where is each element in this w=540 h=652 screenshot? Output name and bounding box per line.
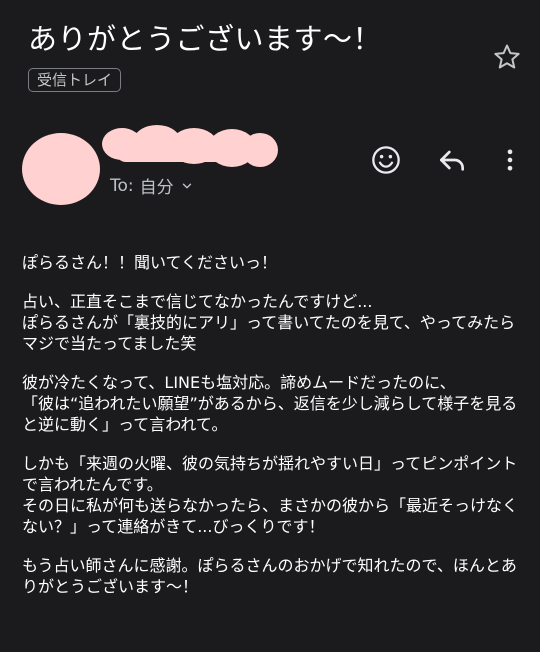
body-paragraph: 占い、正直そこまで信じてなかったんですけど... ぽらるさんが「裏技的にアリ」っ… <box>22 292 516 353</box>
label-chip-inbox[interactable]: 受信トレイ <box>28 68 122 92</box>
star-icon[interactable] <box>492 42 522 72</box>
more-vert-icon[interactable] <box>496 144 524 176</box>
body-paragraph: ぽらるさん！！聞いてくださいっ！ <box>22 253 278 272</box>
email-subject: ありがとうございます〜！ <box>28 22 383 56</box>
chevron-down-icon[interactable] <box>180 179 194 193</box>
recipient-line[interactable]: To: 自分 <box>110 173 194 198</box>
reply-icon[interactable] <box>436 144 468 176</box>
body-paragraph: しかも「来週の火曜、彼の気持ちが揺れやすい日」ってピンポイントで言われたんです。… <box>22 454 519 536</box>
avatar <box>22 133 100 205</box>
body-paragraph: もう占い師さんに感謝。ぽらるさんのおかげで知れたので、ほんとありがとうございます… <box>22 556 517 596</box>
email-body: ぽらるさん！！聞いてくださいっ！ 占い、正直そこまで信じてなかったんですけど..… <box>22 252 524 615</box>
body-paragraph: 彼が冷たくなって、LINEも塩対応。諦めムードだったのに、 「彼は“追われたい願… <box>22 373 518 434</box>
to-prefix: To: <box>110 175 134 196</box>
emoji-react-icon[interactable] <box>370 144 402 176</box>
sender-name-redacted <box>102 125 278 167</box>
recipient-name: 自分 <box>139 178 174 198</box>
